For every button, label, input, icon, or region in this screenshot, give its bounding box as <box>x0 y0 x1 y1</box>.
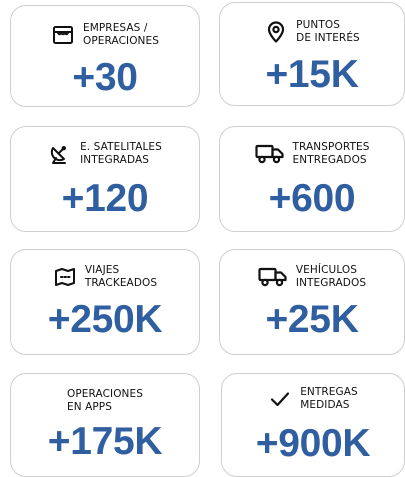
stat-card-entregas: ENTREGAS MEDIDAS +900K <box>221 373 405 477</box>
stat-card-header: VIAJES TRACKEADOS <box>11 264 199 289</box>
stat-label: ENTREGAS MEDIDAS <box>300 386 358 411</box>
stat-card-header: ENTREGAS MEDIDAS <box>222 386 404 411</box>
stat-label: E. SATELITALES INTEGRADAS <box>80 141 162 166</box>
stat-value: +120 <box>61 177 149 220</box>
stat-card-puntos: PUNTOS DE INTERÉS +15K <box>219 2 405 106</box>
stat-value: +15K <box>265 53 359 96</box>
stat-value: +900K <box>255 422 371 465</box>
stat-card-header: E. SATELITALES INTEGRADAS <box>11 141 199 166</box>
stat-value: +30 <box>72 56 138 99</box>
stat-label: VEHÍCULOS INTEGRADOS <box>295 264 367 289</box>
truck-icon <box>254 142 285 166</box>
checkmark-icon <box>268 387 292 411</box>
stat-value: +250K <box>47 298 163 341</box>
stat-card-satelitales: E. SATELITALES INTEGRADAS +120 <box>10 126 200 232</box>
stat-card-header: TRANSPORTES ENTREGADOS <box>220 141 404 166</box>
truck-icon <box>258 265 288 289</box>
stat-card-transportes: TRANSPORTES ENTREGADOS +600 <box>219 126 405 232</box>
map-icon <box>53 265 77 289</box>
stat-label: EMPRESAS / OPERACIONES <box>82 22 160 47</box>
stat-card-header: OPERACIONES EN APPS <box>11 388 199 413</box>
stat-value: +25K <box>265 298 359 341</box>
stat-card-empresas: EMPRESAS / OPERACIONES +30 <box>10 5 200 107</box>
satellite-dish-icon <box>48 142 72 166</box>
stat-card-header: PUNTOS DE INTERÉS <box>220 19 404 44</box>
stat-label: VIAJES TRACKEADOS <box>84 264 158 289</box>
storefront-icon <box>51 23 75 47</box>
stat-card-header: VEHÍCULOS INTEGRADOS <box>220 264 404 289</box>
stat-card-operaciones-apps: OPERACIONES EN APPS +175K <box>10 373 200 477</box>
stat-value: +600 <box>268 177 356 220</box>
stat-label: TRANSPORTES ENTREGADOS <box>292 141 370 166</box>
stat-label: OPERACIONES EN APPS <box>66 388 144 413</box>
stat-value: +175K <box>47 420 163 463</box>
stat-card-viajes: VIAJES TRACKEADOS +250K <box>10 249 200 355</box>
location-pin-icon <box>264 20 288 44</box>
stat-card-header: EMPRESAS / OPERACIONES <box>11 22 199 47</box>
stat-label: PUNTOS DE INTERÉS <box>296 19 360 44</box>
stat-card-vehiculos: VEHÍCULOS INTEGRADOS +25K <box>219 249 405 355</box>
